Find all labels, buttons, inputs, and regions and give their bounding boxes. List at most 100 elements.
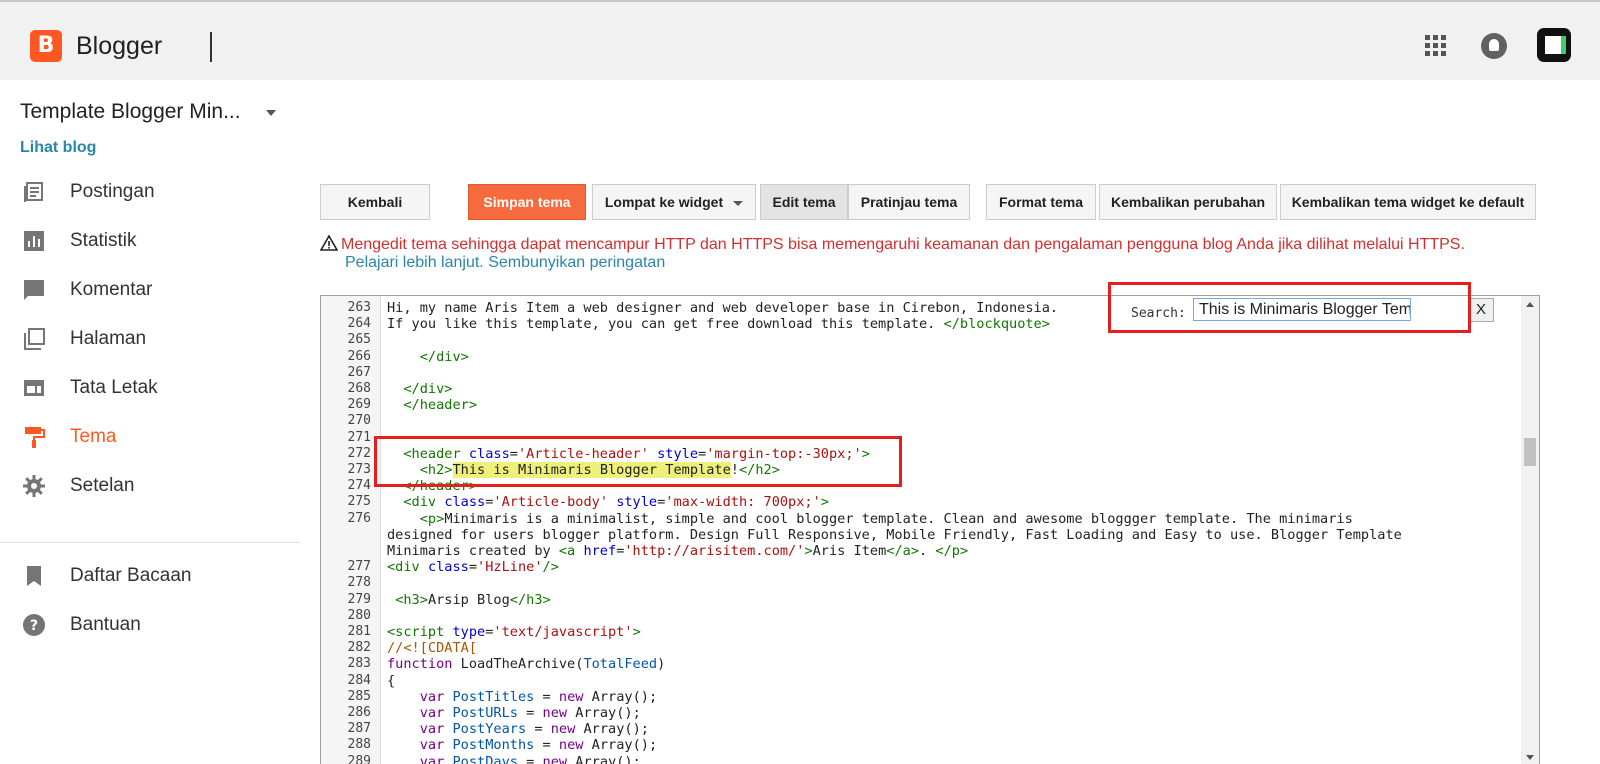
line-number: 275: [347, 494, 371, 510]
svg-text:?: ?: [30, 618, 38, 634]
gear-icon: [23, 475, 45, 497]
code-line[interactable]: <script type='text/javascript'>: [387, 624, 641, 640]
line-number: 264: [347, 316, 371, 332]
line-number: 287: [347, 721, 371, 737]
save-theme-button[interactable]: Simpan tema: [468, 184, 586, 220]
sidebar-item-label: Tema: [70, 426, 117, 447]
learn-more-link[interactable]: Pelajari lebih lanjut.: [345, 254, 484, 271]
brand-name[interactable]: Blogger: [76, 32, 162, 61]
sidebar-item-help[interactable]: ? Bantuan: [0, 605, 300, 645]
sidebar-item-label: Statistik: [70, 230, 137, 251]
comments-icon: [24, 280, 44, 300]
account-avatar[interactable]: [1537, 28, 1571, 62]
code-line[interactable]: var PostTitles = new Array();: [387, 689, 657, 705]
notifications-bell-icon[interactable]: [1481, 33, 1507, 59]
code-line[interactable]: </header>: [387, 397, 477, 413]
line-number: 270: [347, 413, 371, 429]
line-number: 265: [347, 332, 371, 348]
line-number: 282: [347, 640, 371, 656]
line-number: 269: [347, 397, 371, 413]
line-number: 272: [347, 445, 371, 461]
warning-icon: [320, 235, 338, 251]
line-number: 263: [347, 300, 371, 315]
reset-widgets-button[interactable]: Kembalikan tema widget ke default: [1280, 184, 1536, 220]
line-number: 273: [347, 462, 371, 477]
sidebar-item-layout[interactable]: Tata Letak: [0, 368, 300, 408]
hide-warning-link[interactable]: Sembunyikan peringatan: [488, 254, 665, 271]
code-line[interactable]: </div>: [387, 349, 469, 365]
view-blog-link[interactable]: Lihat blog: [20, 139, 96, 157]
theme-code-editor[interactable]: 263 Hi, my name Aris Item a web designer …: [320, 295, 1540, 764]
sidebar-item-comments[interactable]: Komentar: [0, 270, 300, 310]
line-number: 281: [347, 624, 371, 639]
code-line[interactable]: Minimaris created by <a href='http://ari…: [387, 543, 968, 559]
sidebar-item-label: Halaman: [70, 328, 147, 349]
warning-text: Mengedit tema sehingga dapat mencampur H…: [341, 236, 1465, 253]
editor-scrollbar[interactable]: [1521, 296, 1539, 764]
blogger-logo-icon[interactable]: B: [30, 30, 62, 62]
apps-grid-icon[interactable]: [1425, 35, 1447, 57]
code-line[interactable]: Hi, my name Aris Item a web designer and…: [387, 300, 1058, 316]
code-line[interactable]: var PostDays = new Array();: [387, 754, 641, 764]
edit-theme-button[interactable]: Edit tema: [760, 184, 848, 220]
sidebar-item-label: Bantuan: [70, 614, 141, 635]
code-line[interactable]: designed for users blogger platform. Des…: [387, 527, 1402, 543]
code-line[interactable]: function LoadTheArchive(TotalFeed): [387, 656, 665, 672]
code-line[interactable]: <p>Minimaris is a minimalist, simple and…: [387, 511, 1353, 527]
scroll-up-arrow-icon[interactable]: [1526, 302, 1534, 307]
line-number: 274: [347, 478, 371, 494]
close-search-button[interactable]: X: [1468, 298, 1494, 322]
line-number: 268: [347, 381, 371, 396]
sidebar-item-label: Komentar: [70, 279, 153, 300]
sidebar-item-label: Postingan: [70, 181, 155, 202]
bookmark-icon: [27, 566, 41, 586]
format-theme-button[interactable]: Format tema: [986, 184, 1096, 220]
warning-links: Pelajari lebih lanjut. Sembunyikan perin…: [345, 254, 665, 272]
sidebar-divider: [0, 542, 300, 543]
theme-paint-roller-icon: [25, 427, 45, 448]
scroll-thumb[interactable]: [1524, 438, 1536, 466]
sidebar-item-posts[interactable]: Postingan: [0, 172, 300, 212]
line-number: 285: [347, 688, 371, 704]
scroll-down-arrow-icon[interactable]: [1526, 755, 1534, 760]
code-line[interactable]: var PostMonths = new Array();: [387, 737, 657, 753]
line-number: 278: [347, 575, 371, 591]
revert-changes-button[interactable]: Kembalikan perubahan: [1099, 184, 1277, 220]
chevron-down-icon: [733, 200, 744, 206]
line-number: 283: [347, 656, 371, 672]
mixed-content-warning: Mengedit tema sehingga dapat mencampur H…: [320, 235, 1465, 254]
line-number: 279: [347, 591, 371, 607]
sidebar-item-stats[interactable]: Statistik: [0, 221, 300, 261]
layout-icon: [24, 380, 44, 396]
header-divider: [210, 32, 212, 62]
sidebar-item-theme[interactable]: Tema: [0, 417, 300, 457]
code-line[interactable]: //<![CDATA[: [387, 640, 477, 656]
code-line[interactable]: <div class='HzLine'/>: [387, 559, 559, 575]
code-line[interactable]: </div>: [387, 381, 452, 397]
pages-icon: [24, 328, 45, 350]
jump-to-widget-dropdown[interactable]: Lompat ke widget: [592, 184, 756, 220]
sidebar-item-label: Daftar Bacaan: [70, 565, 192, 586]
code-line[interactable]: {: [387, 673, 395, 689]
code-line[interactable]: <h3>Arsip Blog</h3>: [387, 592, 551, 608]
sidebar-item-settings[interactable]: Setelan: [0, 466, 300, 506]
code-line[interactable]: var PostYears = new Array();: [387, 721, 649, 737]
back-button[interactable]: Kembali: [320, 184, 430, 220]
blog-title[interactable]: Template Blogger Min...: [20, 100, 241, 124]
line-number: 277: [347, 559, 371, 575]
sidebar-item-label: Tata Letak: [70, 377, 158, 398]
sidebar-item-pages[interactable]: Halaman: [0, 319, 300, 359]
code-line[interactable]: var PostURLs = new Array();: [387, 705, 641, 721]
blog-switcher-chevron-down-icon[interactable]: [266, 110, 276, 116]
sidebar-item-reading-list[interactable]: Daftar Bacaan: [0, 556, 300, 596]
line-number: 286: [347, 705, 371, 720]
line-number: 284: [347, 672, 371, 688]
preview-theme-button[interactable]: Pratinjau tema: [848, 184, 970, 220]
line-number: 280: [347, 607, 371, 623]
search-highlight-box: [1108, 282, 1471, 333]
code-line[interactable]: If you like this template, you can get f…: [387, 316, 1050, 332]
code-line[interactable]: <div class='Article-body' style='max-wid…: [387, 494, 829, 510]
line-number: 266: [347, 348, 371, 364]
line-number: 289: [347, 753, 371, 764]
top-bar: B Blogger: [0, 0, 1600, 80]
